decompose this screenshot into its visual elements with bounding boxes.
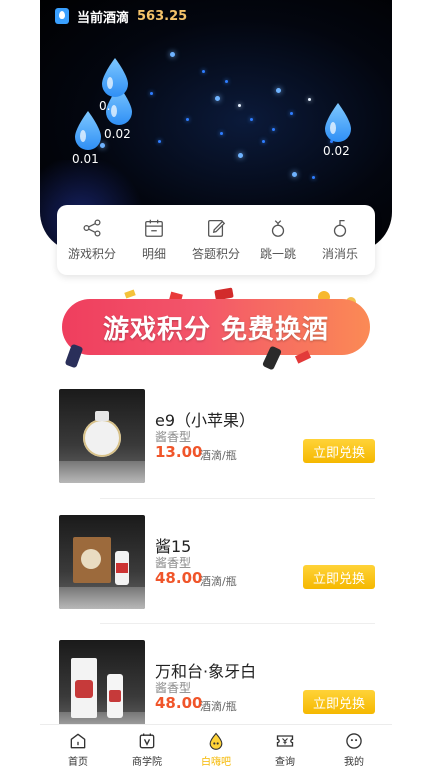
action-details[interactable]: 明细 bbox=[123, 217, 185, 275]
action-label: 答题积分 bbox=[191, 247, 240, 261]
action-card: 游戏积分 明细 答题积分 跳一跳 消消乐 bbox=[57, 205, 375, 275]
profile-icon bbox=[346, 733, 362, 749]
game-match-icon bbox=[333, 220, 347, 237]
tab-baihai-bar[interactable]: 白嗨吧 bbox=[188, 725, 244, 768]
balance-display: 当前酒滴 563.25 bbox=[55, 6, 187, 26]
product-unit: 酒滴/瓶 bbox=[200, 575, 237, 588]
divider bbox=[100, 498, 375, 499]
action-label: 跳一跳 bbox=[259, 247, 296, 261]
balance-value: 563.25 bbox=[137, 8, 188, 24]
promo-banner[interactable]: 游戏积分 免费换酒 bbox=[40, 285, 392, 375]
star bbox=[158, 140, 161, 143]
star bbox=[225, 80, 228, 83]
tab-label: 我的 bbox=[344, 757, 364, 768]
redeem-button[interactable]: 立即兑换 bbox=[303, 690, 375, 714]
star bbox=[170, 52, 175, 57]
action-game-points[interactable]: 游戏积分 bbox=[61, 217, 123, 275]
star bbox=[292, 172, 297, 177]
action-quiz-points[interactable]: 答题积分 bbox=[185, 217, 247, 275]
product-image bbox=[59, 640, 145, 734]
product-item[interactable]: 酱15 酱香型 48.00 酒滴/瓶 立即兑换 bbox=[57, 515, 375, 625]
action-match-game[interactable]: 消消乐 bbox=[309, 217, 371, 275]
drop-icon bbox=[209, 732, 223, 750]
collectible-drop[interactable]: 0.02 bbox=[323, 102, 353, 158]
confetti bbox=[124, 289, 136, 299]
drop-value: 0.02 bbox=[323, 144, 350, 158]
calendar-icon bbox=[145, 219, 163, 237]
academy-icon bbox=[139, 733, 155, 749]
action-label: 消消乐 bbox=[321, 247, 358, 261]
water-drop-icon bbox=[102, 58, 128, 97]
tab-profile[interactable]: 我的 bbox=[326, 725, 382, 768]
collectible-drop[interactable]: 0. bbox=[99, 57, 130, 113]
action-label: 游戏积分 bbox=[67, 247, 116, 261]
product-image bbox=[59, 515, 145, 609]
redeem-button[interactable]: 立即兑换 bbox=[303, 439, 375, 463]
water-drop-icon bbox=[75, 111, 101, 150]
tab-query[interactable]: 查询 bbox=[257, 725, 313, 768]
product-unit: 酒滴/瓶 bbox=[200, 700, 237, 713]
star bbox=[308, 98, 311, 101]
star bbox=[250, 118, 253, 121]
star bbox=[220, 132, 223, 135]
drop-icon bbox=[55, 8, 69, 24]
banner-pill: 游戏积分 免费换酒 bbox=[62, 299, 370, 355]
star bbox=[150, 92, 153, 95]
tab-label: 查询 bbox=[275, 757, 295, 768]
bottle-decoration bbox=[64, 343, 84, 369]
star bbox=[272, 128, 275, 131]
tab-label: 首页 bbox=[68, 757, 88, 768]
star bbox=[290, 112, 293, 115]
star bbox=[186, 118, 189, 121]
banner-text: 游戏积分 免费换酒 bbox=[102, 314, 330, 345]
tab-label: 白嗨吧 bbox=[201, 757, 231, 768]
star bbox=[276, 88, 281, 93]
product-price: 48.00 bbox=[155, 694, 203, 712]
redeem-button[interactable]: 立即兑换 bbox=[303, 565, 375, 589]
action-label: 明细 bbox=[141, 247, 166, 261]
collectible-drop[interactable]: 0.01 bbox=[72, 110, 103, 166]
star bbox=[238, 104, 241, 107]
product-price: 48.00 bbox=[155, 569, 203, 587]
star bbox=[238, 153, 243, 158]
balance-label: 当前酒滴 bbox=[77, 10, 130, 26]
star bbox=[215, 96, 220, 101]
tab-label: 商学院 bbox=[132, 757, 162, 768]
product-price: 13.00 bbox=[155, 443, 203, 461]
game-jump-icon bbox=[271, 220, 285, 237]
drop-value: 0.02 bbox=[104, 127, 131, 141]
water-drop-icon bbox=[325, 103, 351, 142]
home-icon bbox=[70, 733, 86, 749]
star bbox=[202, 70, 205, 73]
tab-academy[interactable]: 商学院 bbox=[119, 725, 175, 768]
bottom-tab-bar: 首页 商学院 白嗨吧 查询 我的 bbox=[40, 724, 392, 768]
action-jump-game[interactable]: 跳一跳 bbox=[247, 217, 309, 275]
share-icon bbox=[83, 219, 101, 237]
product-image bbox=[59, 389, 145, 483]
edit-icon bbox=[208, 220, 226, 237]
drop-value: 0. bbox=[99, 99, 111, 113]
product-unit: 酒滴/瓶 bbox=[200, 449, 237, 462]
star bbox=[262, 140, 265, 143]
ticket-icon bbox=[276, 735, 294, 747]
product-item[interactable]: e9（小苹果） 酱香型 13.00 酒滴/瓶 立即兑换 bbox=[57, 389, 375, 499]
drop-value: 0.01 bbox=[72, 152, 99, 166]
tab-home[interactable]: 首页 bbox=[50, 725, 106, 768]
divider bbox=[100, 623, 375, 624]
star bbox=[312, 176, 315, 179]
